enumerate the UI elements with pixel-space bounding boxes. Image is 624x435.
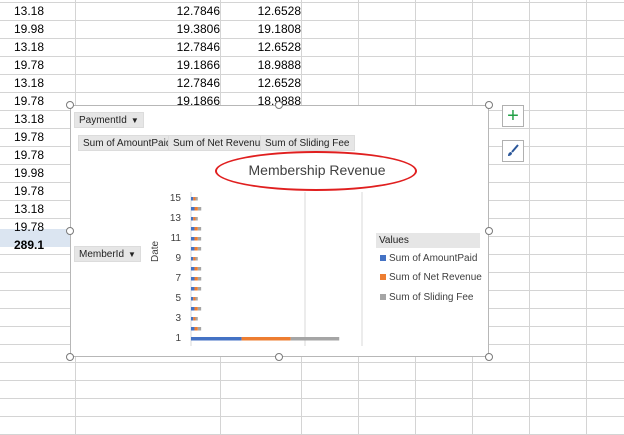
bar-segment[interactable] <box>191 247 195 251</box>
bar-segment[interactable] <box>194 277 198 281</box>
bar-segment[interactable] <box>197 237 202 241</box>
bar-segment[interactable] <box>191 257 194 261</box>
resize-handle[interactable] <box>66 101 74 109</box>
bar-segment[interactable] <box>191 317 194 321</box>
bar-segment[interactable] <box>197 267 202 271</box>
bar-segment[interactable] <box>191 227 195 231</box>
legend-item-sliding-fee: Sum of Sliding Fee <box>380 292 474 303</box>
chart-elements-button[interactable]: + <box>502 105 524 127</box>
bar-segment[interactable] <box>191 287 195 291</box>
legend-item-amountpaid: Sum of AmountPaid <box>380 253 477 264</box>
bar-segment[interactable] <box>194 247 198 251</box>
legend-field-button[interactable]: Values <box>376 233 480 248</box>
resize-handle[interactable] <box>485 227 493 235</box>
bar-segment[interactable] <box>195 257 198 261</box>
y-tick-label: 5 <box>175 293 181 304</box>
resize-handle[interactable] <box>275 101 283 109</box>
bar-segment[interactable] <box>191 237 195 241</box>
y-tick-label: 13 <box>169 213 181 224</box>
bar-segment[interactable] <box>193 197 196 201</box>
bar-segment[interactable] <box>191 327 195 331</box>
y-tick-label: 9 <box>175 253 181 264</box>
bar-segment[interactable] <box>194 327 198 331</box>
y-tick-label: 7 <box>175 273 181 284</box>
bar-segment[interactable] <box>197 287 202 291</box>
chart-styles-button[interactable] <box>502 140 524 162</box>
legend-label: Sum of AmountPaid <box>389 253 478 264</box>
bar-segment[interactable] <box>194 307 198 311</box>
bar-segment[interactable] <box>191 297 194 301</box>
bar-segment[interactable] <box>191 267 195 271</box>
bar-segment[interactable] <box>197 207 202 211</box>
bar-segment[interactable] <box>197 327 202 331</box>
bar-segment[interactable] <box>191 277 195 281</box>
bar-segment[interactable] <box>193 297 196 301</box>
legend-label: Sum of Net Revenue <box>389 272 482 283</box>
resize-handle[interactable] <box>275 353 283 361</box>
y-tick-label: 3 <box>175 313 181 324</box>
bar-segment[interactable] <box>191 337 242 341</box>
legend-item-net-revenue: Sum of Net Revenue <box>380 272 482 283</box>
y-tick-label: 15 <box>169 193 181 204</box>
resize-handle[interactable] <box>66 353 74 361</box>
legend-label: Sum of Sliding Fee <box>389 292 474 303</box>
resize-handle[interactable] <box>485 353 493 361</box>
chart-plot-area[interactable] <box>0 0 624 435</box>
bar-segment[interactable] <box>290 337 340 341</box>
bar-segment[interactable] <box>195 217 198 221</box>
bar-segment[interactable] <box>195 317 198 321</box>
bar-segment[interactable] <box>194 287 198 291</box>
resize-handle[interactable] <box>66 227 74 235</box>
bar-segment[interactable] <box>194 207 198 211</box>
resize-handle[interactable] <box>485 101 493 109</box>
bar-segment[interactable] <box>193 257 196 261</box>
plus-icon: + <box>507 105 519 127</box>
bar-segment[interactable] <box>191 307 195 311</box>
bar-segment[interactable] <box>197 247 202 251</box>
bar-segment[interactable] <box>197 307 202 311</box>
bar-segment[interactable] <box>241 337 291 341</box>
bar-segment[interactable] <box>194 267 198 271</box>
bar-segment[interactable] <box>193 317 196 321</box>
bar-segment[interactable] <box>197 277 202 281</box>
bar-segment[interactable] <box>197 227 202 231</box>
bar-segment[interactable] <box>191 207 195 211</box>
y-tick-label: 1 <box>175 333 181 344</box>
bar-segment[interactable] <box>191 197 194 201</box>
legend-swatch <box>380 294 386 301</box>
bar-segment[interactable] <box>193 217 196 221</box>
bar-segment[interactable] <box>194 237 198 241</box>
legend-swatch <box>380 274 386 281</box>
bar-segment[interactable] <box>195 197 198 201</box>
legend-swatch <box>380 255 386 262</box>
y-tick-label: 11 <box>170 233 181 244</box>
brush-icon <box>508 144 519 156</box>
bar-segment[interactable] <box>195 297 198 301</box>
bar-segment[interactable] <box>194 227 198 231</box>
bar-segment[interactable] <box>191 217 194 221</box>
